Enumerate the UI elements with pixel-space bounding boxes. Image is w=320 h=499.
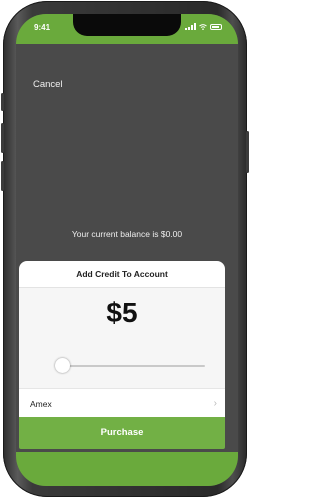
wifi-icon: [199, 23, 207, 30]
screen: 9:41 Cancel Your current balance is $0.0…: [16, 14, 238, 486]
side-button: [1, 93, 4, 111]
status-icons: [185, 23, 222, 30]
status-time: 9:41: [34, 23, 51, 32]
payment-method-label: Amex: [30, 399, 52, 409]
volume-up-button: [1, 123, 4, 153]
add-credit-card: Add Credit To Account $5 Amex ›: [19, 261, 225, 417]
amount-slider-track[interactable]: [63, 365, 205, 367]
signal-icon: [185, 23, 196, 30]
amount-slider-knob[interactable]: [55, 358, 70, 373]
balance-text: Your current balance is $0.00: [71, 229, 183, 239]
card-title: Add Credit To Account: [19, 261, 225, 288]
bottom-bar: [16, 452, 238, 486]
phone-frame: 9:41 Cancel Your current balance is $0.0…: [1, 1, 249, 497]
battery-icon: [210, 23, 222, 30]
chevron-right-icon: ›: [213, 398, 217, 409]
amount-panel: $5: [19, 288, 225, 388]
status-bar: 9:41: [16, 14, 238, 44]
notch: [73, 14, 181, 36]
payment-method-row[interactable]: Amex ›: [19, 388, 225, 417]
purchase-button[interactable]: Purchase: [19, 417, 225, 449]
amount-value: $5: [106, 297, 138, 328]
volume-down-button: [1, 161, 4, 191]
power-button: [246, 131, 249, 173]
cancel-button[interactable]: Cancel: [33, 79, 63, 90]
